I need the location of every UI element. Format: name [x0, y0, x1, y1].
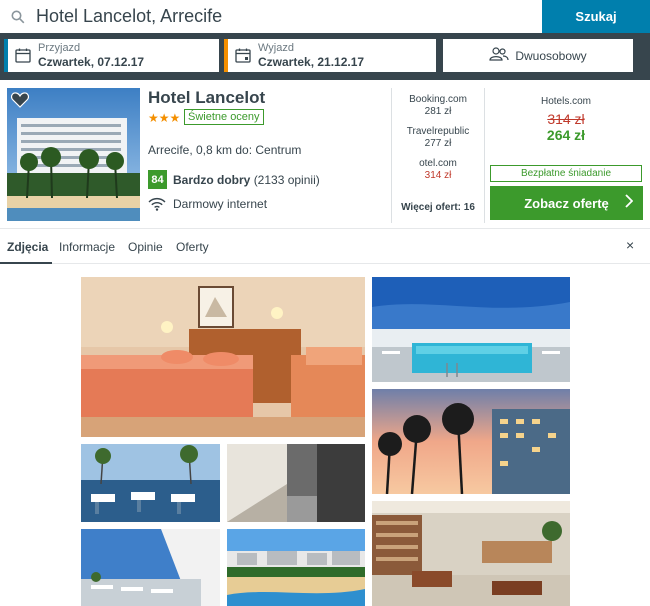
rating-badge: Świetne oceny [184, 109, 264, 125]
photo-sunset[interactable] [372, 389, 570, 494]
heart-icon[interactable] [10, 92, 30, 108]
checkout-value: Czwartek, 21.12.17 [258, 55, 365, 69]
photo-pool[interactable] [372, 277, 570, 382]
checkin-label: Przyjazd [38, 42, 81, 54]
search-query[interactable]: Hotel Lancelot, Arrecife [36, 6, 222, 27]
people-icon [489, 47, 509, 64]
deal-price: 281 zł [424, 106, 452, 117]
photo-lobby[interactable] [372, 501, 570, 606]
detail-tabs: Zdjęcia Informacje Opinie Oferty × [0, 228, 650, 265]
room-type-label: Dwuosobowy [515, 48, 587, 63]
view-offer-button[interactable]: Zobacz ofertę [490, 186, 643, 220]
score-badge: 84 [148, 170, 167, 189]
photo-beach[interactable] [227, 529, 365, 606]
review-count: (2133 opinii) [253, 173, 320, 187]
search-button[interactable]: Szukaj [542, 0, 650, 33]
tab-reviews[interactable]: Opinie [128, 240, 163, 254]
deal-site: Booking.com [409, 94, 467, 105]
tab-photos[interactable]: Zdjęcia [7, 240, 48, 254]
more-offers-link[interactable]: Więcej ofert: 16 [392, 202, 484, 213]
wifi-icon [148, 197, 166, 211]
deal-list: Booking.com 281 zł Travelrepublic 277 zł… [392, 94, 484, 190]
best-offer-site: Hotels.com [540, 96, 591, 107]
perk-badge: Bezpłatne śniadanie [490, 165, 642, 182]
search-input[interactable]: Hotel Lancelot, Arrecife [0, 0, 542, 33]
room-type-selector[interactable]: Dwuosobowy [443, 39, 633, 72]
photo-sun-terrace[interactable] [81, 529, 220, 606]
deal-item[interactable]: Booking.com 281 zł [392, 94, 484, 118]
star-rating: ★★★ [148, 111, 181, 125]
checkout-label: Wyjazd [258, 42, 294, 54]
calendar-icon [228, 48, 258, 63]
close-icon[interactable]: × [626, 237, 634, 253]
amenity-text: Darmowy internet [173, 197, 268, 211]
hotel-photo[interactable] [7, 88, 140, 221]
deal-site: Travelrepublic [406, 126, 470, 137]
tab-info[interactable]: Informacje [59, 240, 115, 254]
photo-terrace[interactable] [81, 444, 220, 522]
score-text[interactable]: Bardzo dobry (2133 opinii) [173, 173, 320, 187]
hotel-name[interactable]: Hotel Lancelot [148, 88, 265, 108]
calendar-icon [8, 48, 38, 63]
photo-bedroom[interactable] [81, 277, 365, 437]
checkin-field[interactable]: Przyjazd Czwartek, 07.12.17 [4, 39, 219, 72]
divider [484, 88, 485, 223]
photo-gallery [0, 264, 650, 606]
best-offer-old-price: 314 zł [547, 111, 585, 127]
best-offer: Hotels.com 314 zł 264 zł [486, 96, 646, 143]
search-icon [0, 10, 36, 24]
chevron-right-icon [625, 194, 634, 211]
deal-item[interactable]: otel.com 314 zł [392, 158, 484, 182]
checkout-field[interactable]: Wyjazd Czwartek, 21.12.17 [224, 39, 436, 72]
score-label: Bardzo dobry [173, 173, 251, 187]
photo-balcony[interactable] [227, 444, 365, 522]
hotel-card: Hotel Lancelot ★★★ Świetne oceny Arrecif… [0, 80, 650, 228]
deal-item[interactable]: Travelrepublic 277 zł [392, 126, 484, 150]
search-header: Hotel Lancelot, Arrecife Szukaj Przyjazd… [0, 0, 650, 80]
deal-site: otel.com [419, 158, 457, 169]
deal-price: 277 zł [424, 138, 452, 149]
view-offer-label: Zobacz ofertę [524, 195, 609, 211]
deal-price: 314 zł [424, 170, 452, 181]
best-offer-price: 264 zł [546, 127, 586, 143]
checkin-value: Czwartek, 07.12.17 [38, 55, 145, 69]
tab-offers[interactable]: Oferty [176, 240, 209, 254]
hotel-location[interactable]: Arrecife, 0,8 km do: Centrum [148, 143, 301, 157]
